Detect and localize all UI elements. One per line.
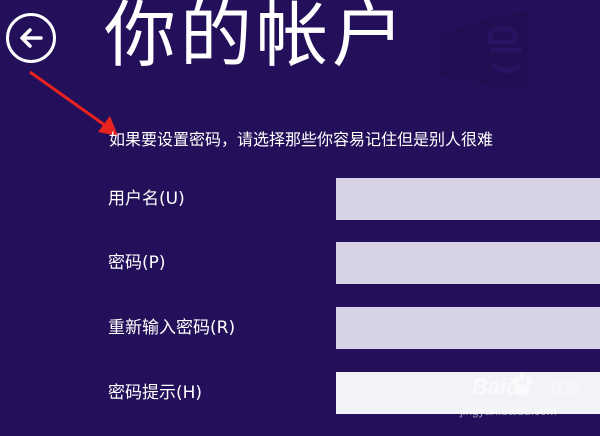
reenter-password-input[interactable] [336, 307, 600, 349]
baidu-jingyan-watermark: Baid 经验 jingyan.baidu.com [458, 368, 598, 432]
reenter-password-row: 重新输入密码(R) [0, 307, 600, 349]
username-row: 用户名(U) [0, 178, 600, 220]
password-input[interactable] [336, 242, 600, 284]
password-row: 密码(P) [0, 242, 600, 284]
username-label: 用户名(U) [108, 189, 185, 209]
back-arrow-icon [20, 28, 43, 48]
password-hint-label: 密码提示(H) [108, 383, 203, 403]
password-label: 密码(P) [108, 253, 166, 273]
reenter-password-label: 重新输入密码(R) [108, 318, 236, 338]
watermark-brand-suffix: 经验 [550, 380, 581, 398]
username-input[interactable] [336, 178, 600, 220]
back-button[interactable] [6, 13, 56, 63]
intro-text: 如果要设置密码，请选择那些你容易记住但是别人很难 [109, 130, 494, 149]
watermark-url: jingyan.baidu.com [460, 404, 557, 418]
paw-logo-icon [512, 373, 532, 396]
windows-store-logo-icon [440, 10, 530, 90]
page-title: 你的帐户 [104, 0, 409, 77]
